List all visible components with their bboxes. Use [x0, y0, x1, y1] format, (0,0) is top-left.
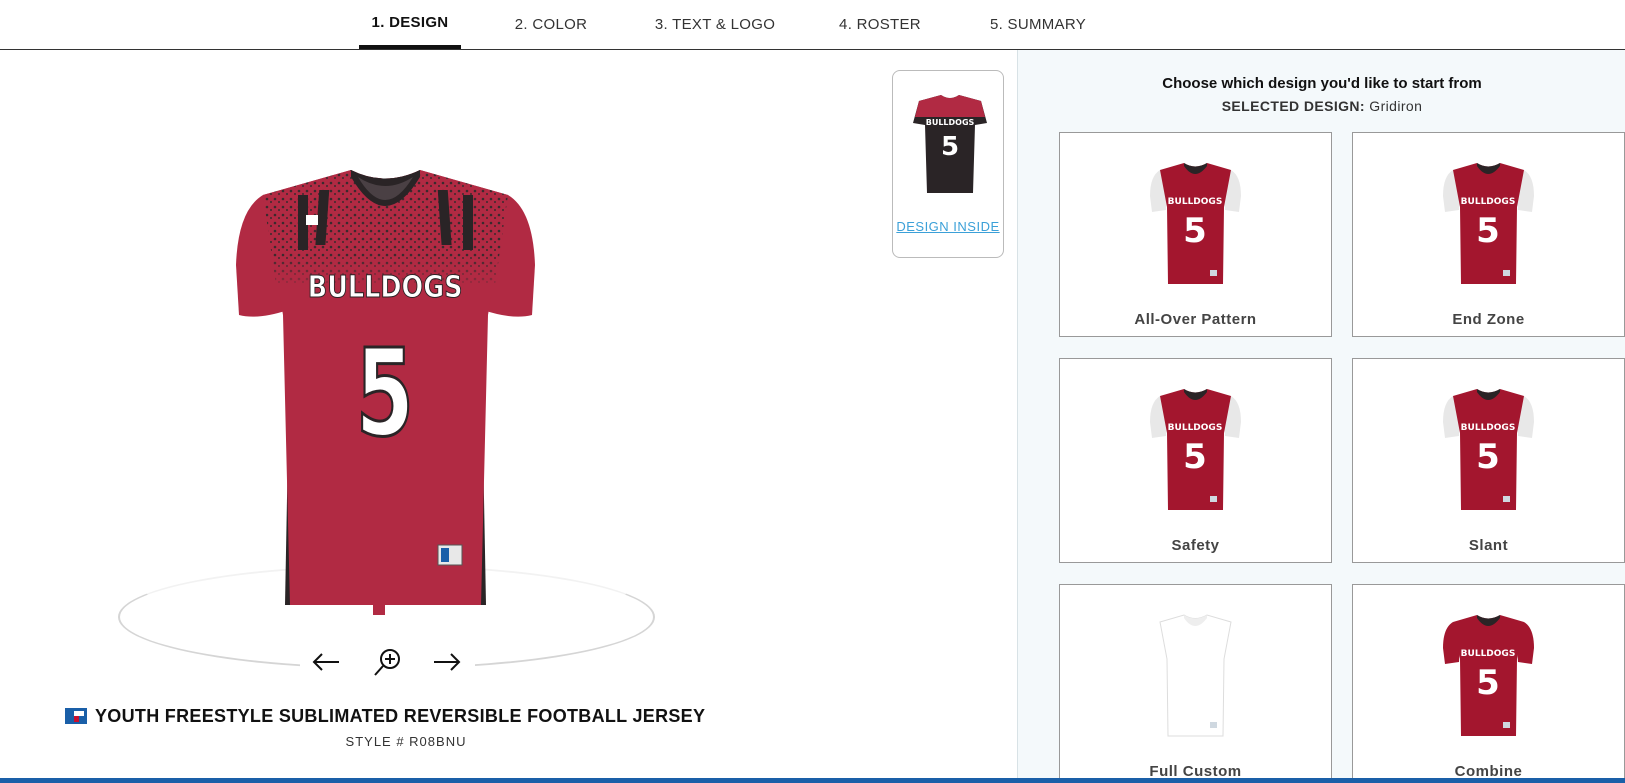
design-card-combine[interactable]: BULLDOGS 5 Combine: [1352, 584, 1625, 783]
svg-text:BULLDOGS: BULLDOGS: [1168, 423, 1223, 433]
svg-text:5: 5: [1476, 437, 1500, 477]
design-selection-panel: Choose which design you'd like to start …: [1017, 50, 1625, 783]
product-name: YOUTH FREESTYLE SUBLIMATED REVERSIBLE FO…: [95, 705, 706, 726]
tab-summary[interactable]: 5. SUMMARY: [983, 0, 1093, 49]
design-jersey-thumbnail: [1150, 614, 1241, 737]
selected-design-value: Gridiron: [1369, 98, 1423, 114]
selected-design-label: SELECTED DESIGN:: [1221, 98, 1365, 114]
svg-text:5: 5: [1476, 211, 1500, 251]
main-jersey-preview[interactable]: BULLDOGS 5: [233, 165, 538, 620]
design-card-label: Safety: [1171, 537, 1220, 554]
brand-logo-icon: [65, 708, 87, 724]
zoom-in-icon: [374, 649, 400, 676]
rotate-left-button[interactable]: [308, 644, 344, 680]
svg-text:5: 5: [1183, 211, 1207, 251]
svg-text:BULLDOGS: BULLDOGS: [926, 118, 975, 127]
design-jersey-thumbnail: BULLDOGS 5: [1443, 163, 1534, 284]
rotate-right-button[interactable]: [429, 644, 465, 680]
svg-text:BULLDOGS: BULLDOGS: [1461, 197, 1516, 207]
style-number: STYLE # R08BNU: [345, 734, 467, 749]
tab-color[interactable]: 2. COLOR: [510, 0, 592, 49]
tab-roster[interactable]: 4. ROSTER: [834, 0, 926, 49]
design-inside-link[interactable]: DESIGN INSIDE: [893, 219, 1003, 234]
design-card-safety[interactable]: BULLDOGS 5 Safety: [1059, 358, 1332, 563]
design-inside-card[interactable]: BULLDOGS 5 DESIGN INSIDE: [892, 70, 1004, 258]
design-card-end-zone[interactable]: BULLDOGS 5 End Zone: [1352, 132, 1625, 337]
jersey-number-text: 5: [356, 325, 414, 464]
svg-text:BULLDOGS: BULLDOGS: [1461, 649, 1516, 659]
design-jersey-thumbnail: BULLDOGS 5: [1150, 389, 1241, 510]
zoom-button[interactable]: [370, 644, 406, 680]
svg-text:5: 5: [1183, 437, 1207, 477]
design-card-label: Slant: [1468, 537, 1509, 554]
product-title: YOUTH FREESTYLE SUBLIMATED REVERSIBLE FO…: [65, 704, 705, 728]
design-prompt: Choose which design you'd like to start …: [1162, 75, 1482, 92]
svg-text:5: 5: [1476, 663, 1500, 703]
tab-text-logo[interactable]: 3. TEXT & LOGO: [649, 0, 781, 49]
design-card-slant[interactable]: BULLDOGS 5 Slant: [1352, 358, 1625, 563]
selected-design-line: SELECTED DESIGN: Gridiron: [1018, 98, 1625, 114]
design-card-label: All-Over Pattern: [1134, 311, 1257, 328]
team-name-text: BULLDOGS: [308, 269, 463, 305]
tab-design[interactable]: 1. DESIGN: [359, 0, 461, 49]
design-jersey-thumbnail: BULLDOGS 5: [1443, 615, 1534, 736]
jersey-viewer: BULLDOGS 5 BULLDOGS 5 DESIGN INSIDE YOUT…: [0, 50, 1017, 783]
arrow-right-icon: [434, 653, 461, 671]
design-card-full-custom[interactable]: Full Custom: [1059, 584, 1332, 783]
inside-jersey-thumbnail: BULLDOGS 5: [913, 95, 987, 193]
arrow-left-icon: [312, 653, 339, 671]
bottom-bar: [0, 778, 1625, 783]
design-jersey-thumbnail: BULLDOGS 5: [1150, 163, 1241, 284]
design-card-all-over-pattern[interactable]: BULLDOGS 5 All-Over Pattern: [1059, 132, 1332, 337]
design-jersey-thumbnail: BULLDOGS 5: [1443, 389, 1534, 510]
panel-header: Choose which design you'd like to start …: [1018, 75, 1625, 114]
step-nav: 1. DESIGN 2. COLOR 3. TEXT & LOGO 4. ROS…: [0, 0, 1625, 50]
svg-text:BULLDOGS: BULLDOGS: [1461, 423, 1516, 433]
design-card-label: End Zone: [1452, 311, 1525, 328]
svg-text:BULLDOGS: BULLDOGS: [1168, 197, 1223, 207]
svg-text:5: 5: [941, 132, 959, 162]
